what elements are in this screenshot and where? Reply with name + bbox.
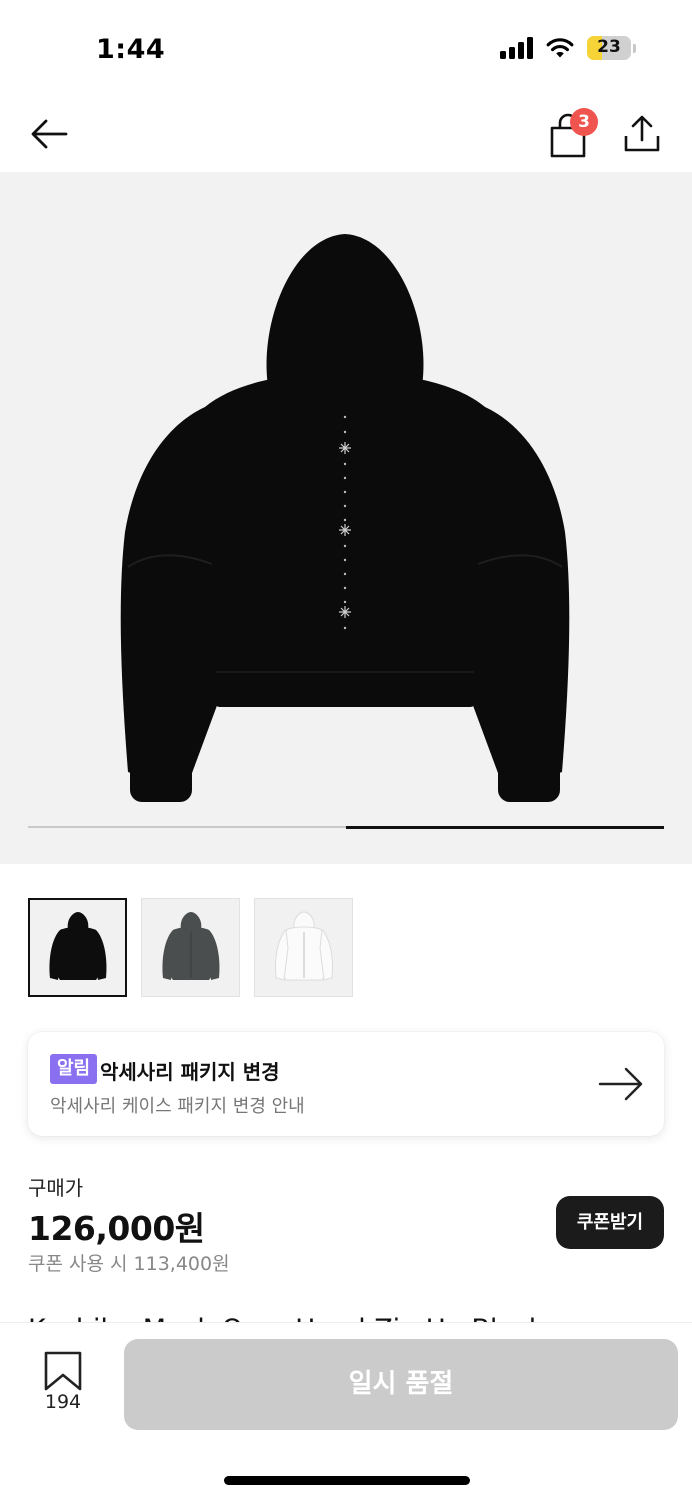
status-icons: 23 [500,36,636,60]
hoodie-white-thumb-image [274,910,333,981]
arrow-right-icon [598,1067,643,1101]
back-arrow-icon[interactable] [28,112,72,156]
battery-level: 23 [597,37,621,57]
thumbnail-black[interactable] [28,898,127,997]
sold-out-button[interactable]: 일시 품절 [124,1339,678,1430]
bookmark-count: 194 [44,1391,82,1413]
price-value: 126,000원 [28,1209,205,1248]
home-indicator [224,1476,470,1485]
share-icon[interactable] [620,112,664,156]
top-nav: 3 [0,100,692,172]
bottom-action-bar: 194 일시 품절 [0,1322,692,1500]
cellular-signal-icon [500,37,533,59]
price-label: 구매가 [28,1176,84,1200]
battery-icon: 23 [587,36,631,60]
notice-title: 악세사리 패키지 변경 [100,1060,280,1084]
thumbnail-charcoal[interactable] [141,898,240,997]
bookmark-icon[interactable] [36,1351,90,1425]
hoodie-black-thumb-image [48,911,107,980]
status-time: 1:44 [96,34,166,65]
notice-subtitle: 악세사리 케이스 패키지 변경 안내 [50,1096,305,1117]
thumbnail-white[interactable] [254,898,353,997]
hoodie-charcoal-thumb-image [161,911,220,980]
carousel-progress [28,825,664,829]
status-bar: 1:44 23 [0,0,692,100]
color-thumbnails [28,898,353,997]
carousel-progress-indicator [346,825,664,829]
notice-card[interactable]: 알림 악세사리 패키지 변경 악세사리 케이스 패키지 변경 안내 [28,1032,664,1136]
product-image-carousel[interactable] [0,172,692,864]
get-coupon-button[interactable]: 쿠폰받기 [556,1196,664,1249]
cart-count-badge: 3 [570,108,598,136]
notice-badge: 알림 [50,1054,98,1084]
hoodie-back-image [120,234,570,802]
wifi-icon [546,38,574,58]
coupon-price-text: 쿠폰 사용 시 113,400원 [28,1253,230,1275]
